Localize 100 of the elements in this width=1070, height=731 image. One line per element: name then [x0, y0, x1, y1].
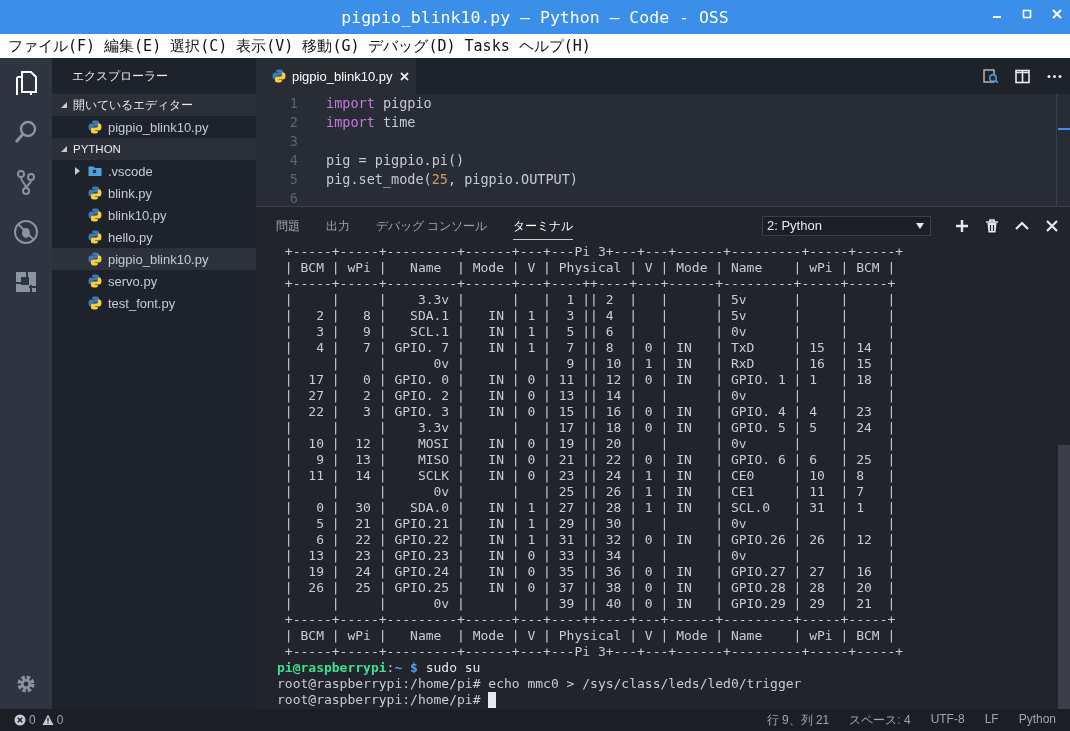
close-icon[interactable] [400, 71, 410, 81]
terminal-command: sudo su [425, 660, 481, 676]
status-item[interactable]: Python [1018, 711, 1056, 729]
terminal-line: | 3 | 9 | SCL.1 | IN | 1 | 5 || 6 | | | 0v | | | [283, 324, 897, 340]
terminal-line: | 27 | 2 | GPIO. 2 | IN | 0 | 13 || 14 | | | 0v | | | [283, 388, 897, 404]
terminal-line: root@raspberrypi:/home/pi# echo mmc0 > /sys/class/leds/led0/trigger [277, 676, 803, 692]
file-item[interactable]: blink.py [52, 182, 256, 204]
file-item[interactable]: servo.py [52, 270, 256, 292]
python-file-icon [88, 296, 102, 310]
section-header[interactable]: PYTHON [52, 138, 256, 160]
menu-item[interactable]: 編集(E) [104, 36, 162, 56]
terminal-prompt: root@raspberrypi:/home/pi# [277, 692, 481, 708]
scrollbar[interactable] [1058, 445, 1070, 709]
terminal-line: | 19 | 24 | GPIO.24 | IN | 0 | 35 || 36 | 0 | IN | GPIO.27 | 27 | 16 | [283, 564, 897, 580]
python-file-icon [88, 252, 102, 266]
extensions-icon[interactable] [13, 269, 39, 295]
python-file-icon [88, 208, 102, 222]
terminal-line: | 17 | 0 | GPIO. 0 | IN | 0 | 11 || 12 | 0 | IN | GPIO. 1 | 1 | 18 | [283, 372, 897, 388]
file-label: blink.py [108, 185, 153, 201]
terminal-dropdown[interactable]: 2: Python [762, 215, 931, 236]
file-item[interactable]: blink10.py [52, 204, 256, 226]
python-file-icon [88, 230, 102, 244]
folder-icon [88, 164, 102, 178]
files-icon[interactable] [13, 69, 39, 95]
python-file-icon [272, 69, 286, 83]
terminal-line: | 9 | 13 | MISO | IN | 0 | 21 || 22 | 0 | IN | GPIO. 6 | 6 | 25 | [283, 452, 897, 468]
menu-item[interactable]: デバッグ(D) [368, 36, 456, 56]
line-number: 4 [288, 151, 298, 170]
window-title: pigpio_blink10.py — Python — Code - OSS [341, 7, 729, 27]
section-label: PYTHON [73, 143, 121, 155]
settings-icon[interactable] [15, 673, 37, 695]
line-number: 5 [288, 170, 298, 189]
terminal-line: | | | 0v | | | 39 || 40 | 0 | IN | GPIO.29 | 29 | 21 | [283, 596, 897, 612]
terminal-line: | 22 | 3 | GPIO. 3 | IN | 0 | 15 || 16 | 0 | IN | GPIO. 4 | 4 | 23 | [283, 404, 897, 420]
add-icon[interactable] [955, 218, 969, 233]
menu-item[interactable]: Tasks [464, 37, 510, 55]
terminal-line: | | | 3.3v | | | 17 || 18 | 0 | IN | GPIO. 5 | 5 | 24 | [283, 420, 897, 436]
file-item[interactable]: pigpio_blink10.py [52, 248, 256, 270]
status-item[interactable]: LF [984, 711, 999, 729]
prompt-path: ~ [394, 660, 403, 676]
file-item[interactable]: .vscode [52, 160, 256, 182]
section-label: 開いているエディター [73, 97, 193, 113]
chevron-right-icon [74, 167, 80, 175]
ruler-mark [1058, 128, 1070, 130]
terminal-line: | BCM | wPi | Name | Mode | V | Physical | V | Mode | Name | wPi | BCM | [283, 260, 897, 276]
python-file-icon [88, 186, 102, 200]
file-label: pigpio_blink10.py [108, 251, 209, 267]
panel-tab[interactable]: 出力 [326, 211, 350, 240]
search-icon[interactable] [983, 68, 998, 84]
menu-item[interactable]: 移動(G) [302, 36, 360, 56]
terminal-line: +-----+-----+---------+------+---+---Pi 3+---+---+------+---------+-----+-----+ [283, 244, 905, 260]
menu-item[interactable]: 表示(V) [236, 36, 294, 56]
panel-tab[interactable]: デバッグ コンソール [376, 211, 488, 240]
python-file-icon [88, 120, 102, 134]
status-item[interactable]: スペース: 4 [849, 711, 911, 729]
panel-tab[interactable]: 問題 [276, 211, 300, 240]
file-item[interactable]: hello.py [52, 226, 256, 248]
code-line: pig = pigpio.pi() [326, 151, 465, 170]
terminal-line: | 13 | 23 | GPIO.23 | IN | 0 | 33 || 34 | | | 0v | | | [283, 548, 897, 564]
code-line: import pigpio [326, 94, 432, 113]
tab-label: pigpio_blink10.py [292, 68, 393, 84]
status-count[interactable]: 0 [56, 713, 64, 727]
error-icon [14, 714, 26, 726]
trash-icon[interactable] [985, 218, 999, 233]
line-number: 1 [288, 94, 298, 113]
python-file-icon [88, 274, 102, 288]
line-number: 2 [288, 113, 298, 132]
file-label: hello.py [108, 229, 153, 245]
file-label: blink10.py [108, 207, 167, 223]
terminal-line: +-----+-----+---------+------+---+---Pi 3+---+---+------+---------+-----+-----+ [283, 644, 905, 660]
menu-item[interactable]: ヘルプ(H) [518, 36, 591, 56]
terminal-line: | BCM | wPi | Name | Mode | V | Physical | V | Mode | Name | wPi | BCM | [283, 628, 897, 644]
sidebar-title: エクスプローラー [71, 68, 169, 85]
line-number: 3 [288, 132, 298, 151]
terminal-line: | 10 | 12 | MOSI | IN | 0 | 19 || 20 | | | 0v | | | [283, 436, 897, 452]
editor-tab[interactable]: pigpio_blink10.py [256, 58, 416, 94]
terminal-line: | 5 | 21 | GPIO.21 | IN | 1 | 29 || 30 | | | 0v | | | [283, 516, 897, 532]
file-item[interactable]: test_font.py [52, 292, 256, 314]
terminal-line: +-----+-----+---------+------+---+----++----+---+------+---------+-----+-----+ [283, 276, 897, 292]
maximize-icon[interactable] [1022, 9, 1032, 19]
panel-tab[interactable]: ターミナル [513, 211, 574, 240]
section-header[interactable]: 開いているエディター [52, 94, 256, 116]
close-icon[interactable] [1045, 218, 1059, 233]
status-item[interactable]: UTF-8 [930, 711, 965, 729]
menu-item[interactable]: ファイル(F) [8, 36, 96, 56]
status-item[interactable]: 行 9、列 21 [766, 711, 830, 729]
prompt-separator: : [386, 660, 395, 676]
terminal-line: | 4 | 7 | GPIO. 7 | IN | 1 | 7 || 8 | 0 | IN | TxD | 15 | 14 | [283, 340, 897, 356]
expanded-icon [60, 101, 68, 109]
menu-item[interactable]: 選択(C) [170, 36, 228, 56]
code-line: pig.set_mode(25, pigpio.OUTPUT) [326, 170, 578, 189]
file-item[interactable]: pigpio_blink10.py [52, 116, 256, 138]
expanded-icon [60, 145, 68, 153]
code-line: import time [326, 113, 416, 132]
split-editor-icon[interactable] [1015, 68, 1030, 84]
terminal-line: | 26 | 25 | GPIO.25 | IN | 0 | 37 || 38 | 0 | IN | GPIO.28 | 28 | 20 | [283, 580, 897, 596]
warning-icon [41, 714, 54, 726]
status-count[interactable]: 0 [29, 713, 36, 727]
file-label: .vscode [108, 163, 153, 179]
search-icon[interactable] [13, 119, 39, 145]
